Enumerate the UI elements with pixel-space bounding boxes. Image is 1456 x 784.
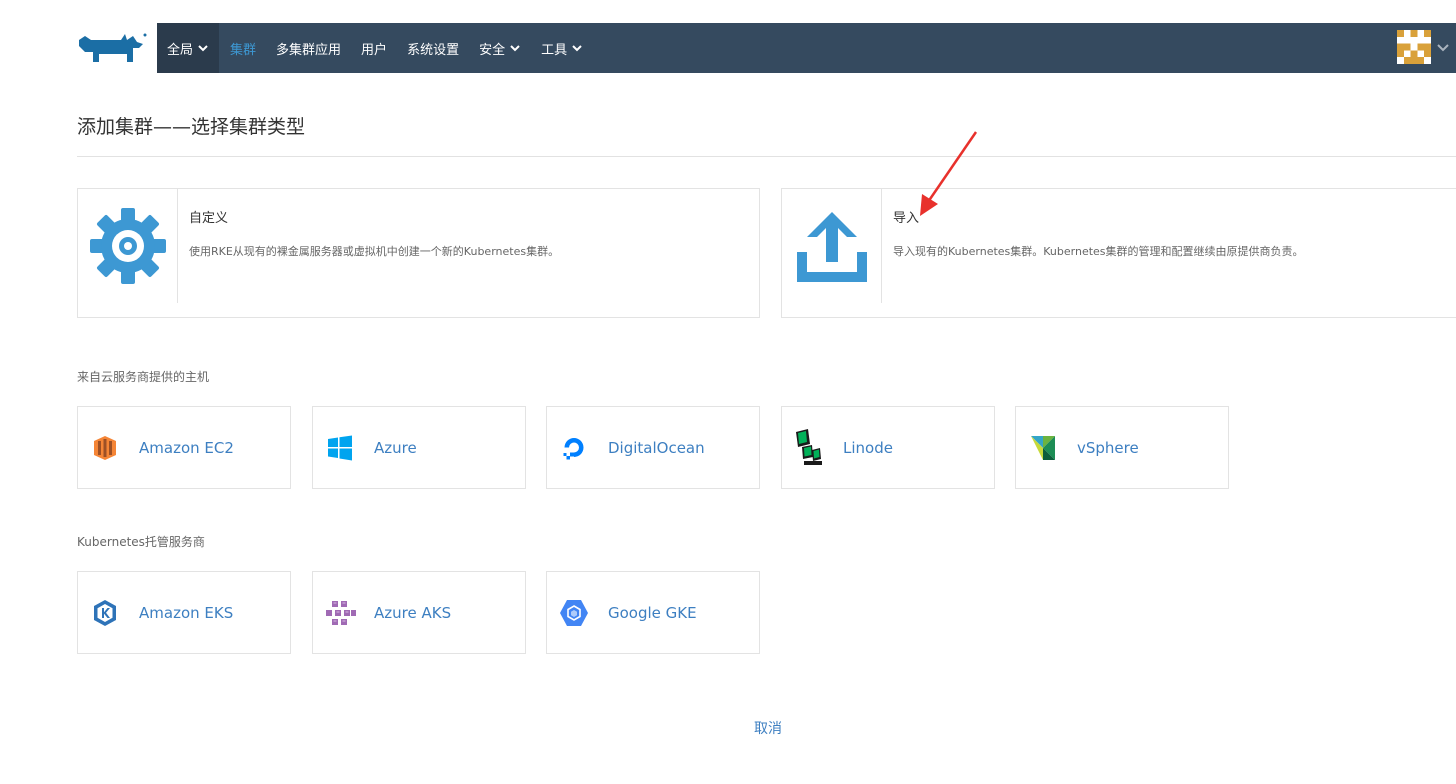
amazon-ec2-icon [94, 435, 116, 460]
custom-cluster-card[interactable]: 自定义 使用RKE从现有的裸金属服务器或虚拟机中创建一个新的Kubernetes… [77, 188, 760, 318]
rancher-logo[interactable] [77, 30, 147, 66]
import-card-icon-box [782, 189, 882, 303]
provider-linode[interactable]: Linode [781, 406, 995, 489]
azure-aks-icon [326, 600, 356, 625]
import-card-description: 导入现有的Kubernetes集群。Kubernetes集群的管理和配置继续由原… [893, 245, 1304, 258]
provider-label: Google GKE [608, 603, 697, 622]
provider-label: Linode [843, 438, 893, 457]
custom-card-icon-box [78, 189, 178, 303]
provider-amazon-ec2[interactable]: Amazon EC2 [77, 406, 291, 489]
provider-label: Amazon EKS [139, 603, 234, 622]
nav-global-dropdown[interactable]: 全局 [157, 23, 220, 73]
provider-label: DigitalOcean [608, 438, 705, 457]
provider-label: Amazon EC2 [139, 438, 234, 457]
nav-global-label: 全局 [167, 42, 194, 58]
azure-icon [328, 435, 352, 460]
provider-label: vSphere [1077, 438, 1139, 457]
provider-amazon-eks[interactable]: Amazon EKS [77, 571, 291, 654]
nav-users-label: 用户 [361, 42, 388, 58]
provider-vsphere[interactable]: vSphere [1015, 406, 1229, 489]
amazon-eks-icon-box [88, 596, 122, 630]
user-avatar[interactable] [1397, 30, 1431, 64]
nav-clusters-label: 集群 [230, 42, 257, 58]
amazon-ec2-icon-box [88, 431, 122, 465]
provider-google-gke[interactable]: Google GKE [546, 571, 760, 654]
provider-label: Azure [374, 438, 417, 457]
upload-icon [796, 212, 867, 282]
digitalocean-icon [563, 437, 584, 459]
nav-tools-label: 工具 [541, 42, 568, 58]
cloud-providers-label: 来自云服务商提供的主机 [77, 370, 210, 384]
gear-icon [89, 208, 166, 284]
page-title: 添加集群——选择集群类型 [77, 116, 306, 138]
google-gke-icon-box [557, 596, 591, 630]
azure-icon-box [323, 431, 357, 465]
nav-tools-dropdown[interactable]: 工具 [531, 23, 593, 73]
nav-multi-cluster-apps-label: 多集群应用 [276, 42, 342, 58]
hosted-providers-label: Kubernetes托管服务商 [77, 535, 205, 549]
provider-azure[interactable]: Azure [312, 406, 526, 489]
provider-azure-aks[interactable]: Azure AKS [312, 571, 526, 654]
avatar-chevron-down-icon[interactable] [1436, 40, 1450, 54]
nav-settings-label: 系统设置 [407, 42, 460, 58]
linode-icon-box [792, 428, 826, 465]
google-gke-icon [560, 599, 588, 626]
provider-digitalocean[interactable]: DigitalOcean [546, 406, 760, 489]
custom-card-title: 自定义 [189, 211, 229, 226]
nav-security-label: 安全 [479, 42, 506, 58]
rancher-cow-icon [79, 33, 147, 62]
linode-icon [796, 428, 822, 465]
cancel-button[interactable]: 取消 [754, 718, 782, 738]
top-navbar: 全局 集群 多集群应用 用户 系统设置 安全 工具 [157, 23, 1456, 73]
import-cluster-card[interactable]: 导入 导入现有的Kubernetes集群。Kubernetes集群的管理和配置继… [781, 188, 1456, 318]
azure-aks-icon-box [323, 596, 357, 630]
provider-label: Azure AKS [374, 603, 452, 622]
custom-card-description: 使用RKE从现有的裸金属服务器或虚拟机中创建一个新的Kubernetes集群。 [189, 245, 560, 258]
nav-security-dropdown[interactable]: 安全 [469, 23, 531, 73]
identicon-icon [1397, 30, 1431, 64]
chevron-down-icon [198, 45, 208, 52]
amazon-eks-icon [94, 599, 116, 626]
vsphere-icon-box [1026, 431, 1060, 465]
vsphere-icon [1031, 435, 1055, 460]
nav-clusters[interactable]: 集群 [219, 23, 266, 73]
digitalocean-icon-box [557, 431, 591, 465]
chevron-down-icon [572, 45, 582, 52]
nav-users[interactable]: 用户 [351, 23, 397, 73]
annotation-arrow-icon [920, 131, 978, 216]
chevron-down-icon [510, 45, 520, 52]
nav-multi-cluster-apps[interactable]: 多集群应用 [266, 23, 351, 73]
nav-settings[interactable]: 系统设置 [397, 23, 469, 73]
title-divider [77, 156, 1456, 157]
